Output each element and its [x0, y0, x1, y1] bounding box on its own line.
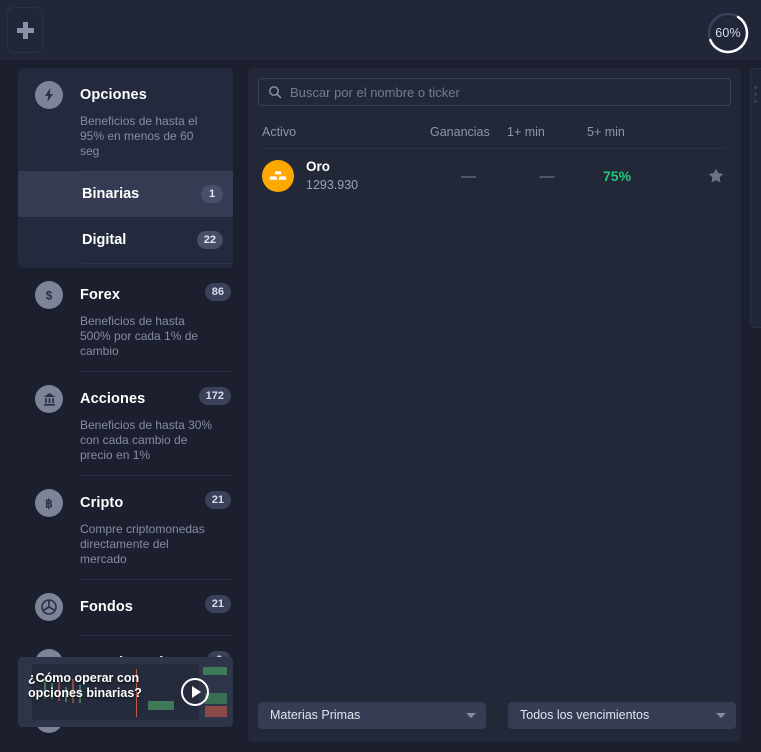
lightning-icon: [35, 81, 63, 109]
search-icon: [269, 86, 282, 99]
sidebar-item-forex-description: Beneficios de hasta 500% por cada 1% de …: [80, 314, 199, 358]
sidebar-group-opciones: Opciones Beneficios de hasta el 95% en m…: [18, 68, 233, 268]
gold-bars-icon: [262, 160, 294, 192]
sidebar-item-forex-label: Forex: [80, 287, 120, 303]
sidebar-item-acciones-description: Beneficios de hasta 30% con cada cambio …: [80, 418, 213, 462]
promo-video-card[interactable]: ¿Cómo operar con opciones binarias?: [18, 657, 233, 727]
right-edge-panel[interactable]: [750, 68, 761, 328]
sidebar-item-opciones-label: Opciones: [80, 87, 147, 103]
progress-percent-label: 60%: [715, 26, 741, 40]
sidebar-item-opciones-description: Beneficios de hasta el 95% en menos de 6…: [80, 114, 198, 158]
asset-selection-panel: Activo Ganancias 1+ min 5+ min Oro 1293.…: [248, 68, 741, 742]
sidebar-item-forex[interactable]: $ Forex 86 Beneficios de hasta 500% por …: [18, 268, 233, 372]
sidebar-item-cripto-description: Compre criptomonedas directamente del me…: [80, 522, 205, 566]
sidebar-item-acciones-label: Acciones: [80, 391, 146, 407]
sidebar-item-digital-label: Digital: [82, 232, 127, 248]
promo-video-title: ¿Cómo operar con opciones binarias?: [28, 671, 142, 700]
sidebar-item-acciones-badge: 172: [198, 387, 231, 405]
trading-platform-app: 60% Opciones Beneficios de hasta el 95% …: [0, 0, 761, 752]
asset-class-select-label: Materias Primas: [270, 708, 361, 722]
sidebar-item-forex-badge: 86: [204, 283, 231, 301]
sidebar-item-opciones[interactable]: Opciones Beneficios de hasta el 95% en m…: [18, 68, 233, 171]
chevron-down-icon: [466, 712, 476, 718]
right-edge-drag-handle[interactable]: [754, 86, 757, 107]
sidebar: Opciones Beneficios de hasta el 95% en m…: [18, 68, 233, 740]
sidebar-item-binarias[interactable]: Binarias 1: [18, 171, 233, 217]
top-bar: 60%: [0, 0, 761, 60]
asset-price: 1293.930: [306, 178, 359, 192]
asset-table-header: Activo Ganancias 1+ min 5+ min: [248, 116, 741, 148]
column-header-ganancias: Ganancias: [430, 125, 490, 139]
svg-text:$: $: [46, 289, 53, 303]
panel-footer-filters: Materias Primas Todos los vencimientos: [248, 688, 741, 742]
column-header-5min: 5+ min: [587, 125, 625, 139]
add-asset-button[interactable]: [7, 7, 43, 53]
search-container: [248, 68, 741, 106]
pie-wheel-icon: [35, 593, 63, 621]
asset-text-block: Oro 1293.930: [306, 159, 358, 193]
chevron-down-icon: [716, 712, 726, 718]
bank-icon: [35, 385, 63, 413]
expiration-select-label: Todos los vencimientos: [520, 708, 650, 722]
plus-icon: [16, 21, 34, 39]
sidebar-item-fondos[interactable]: Fondos 21: [18, 580, 233, 636]
asset-name-cell: Oro 1293.930: [262, 159, 430, 193]
sidebar-item-fondos-label: Fondos: [80, 599, 133, 615]
asset-name: Oro: [306, 159, 331, 174]
svg-text:฿: ฿: [45, 497, 53, 511]
profit-progress-ring[interactable]: 60%: [704, 9, 752, 57]
star-icon[interactable]: [707, 167, 725, 185]
favorite-toggle[interactable]: [707, 167, 731, 185]
sidebar-item-digital[interactable]: Digital 22: [18, 217, 233, 263]
column-header-activo: Activo: [262, 125, 297, 139]
sidebar-item-acciones[interactable]: Acciones 172 Beneficios de hasta 30% con…: [18, 372, 233, 476]
sidebar-item-binarias-label: Binarias: [82, 186, 140, 202]
search-input[interactable]: [290, 84, 721, 100]
column-header-1min: 1+ min: [507, 125, 545, 139]
search-box[interactable]: [258, 78, 731, 106]
sidebar-item-digital-badge: 22: [196, 231, 223, 249]
sidebar-item-cripto-label: Cripto: [80, 495, 124, 511]
asset-class-select[interactable]: Materias Primas: [258, 701, 486, 729]
asset-5min-value: 75%: [603, 168, 632, 184]
play-icon[interactable]: [181, 678, 209, 706]
asset-1min-value: —: [539, 167, 555, 185]
asset-ganancias-value: —: [461, 167, 476, 185]
sidebar-item-cripto[interactable]: ฿ Cripto 21 Compre criptomonedas directa…: [18, 476, 233, 580]
expiration-select[interactable]: Todos los vencimientos: [508, 701, 736, 729]
sidebar-item-cripto-badge: 21: [204, 491, 231, 509]
sidebar-item-binarias-badge: 1: [201, 185, 223, 203]
bitcoin-icon: ฿: [35, 489, 63, 517]
dollar-icon: $: [35, 281, 63, 309]
table-row[interactable]: Oro 1293.930 — — 75%: [248, 149, 741, 203]
divider: [82, 263, 233, 264]
sidebar-item-fondos-badge: 21: [204, 595, 231, 613]
